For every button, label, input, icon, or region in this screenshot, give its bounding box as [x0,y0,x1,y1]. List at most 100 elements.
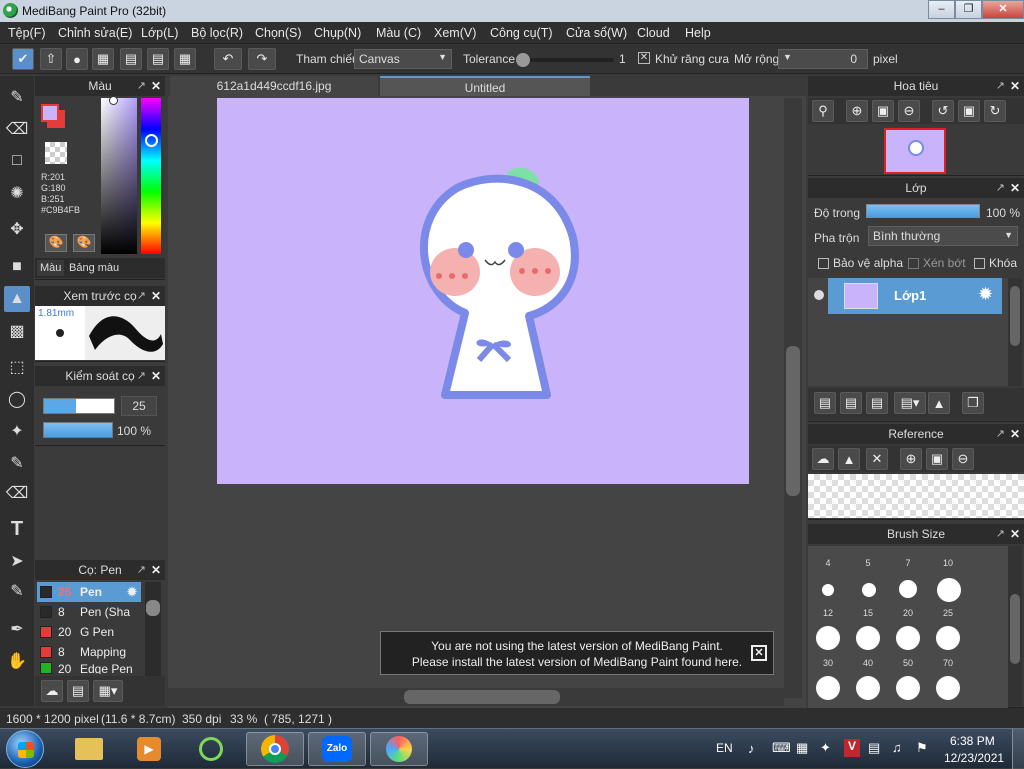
keyboard-icon[interactable]: ⌨ [772,740,791,756]
menu-view[interactable]: Xem(V) [434,26,476,40]
tab-color[interactable]: Màu [37,260,65,276]
expand-input[interactable]: ▼ 0 [778,49,868,69]
close-icon[interactable]: ✕ [1010,524,1020,544]
eraser-tool-icon[interactable]: ⌫ [4,116,30,142]
canvas-vertical-scrollbar[interactable] [784,98,802,698]
brush-size-label[interactable]: 30 [808,658,848,668]
brush-size-label[interactable]: 7 [888,558,928,568]
headset-icon[interactable]: ♪ [748,741,755,756]
fill-rect-tool-icon[interactable]: ■ [4,254,30,280]
tab-palette[interactable]: Bảng màu [69,262,119,274]
close-icon[interactable]: ✕ [1010,178,1020,198]
new-halftone-layer-icon[interactable]: ▤ [840,392,862,414]
menu-layer[interactable]: Lớp(L) [141,26,178,40]
document-icon[interactable]: ▤ [120,48,142,70]
scrollbar-thumb[interactable] [146,600,160,616]
duplicate-layer-icon[interactable]: ❐ [962,392,984,414]
menu-cloud[interactable]: Cloud [637,26,670,40]
maximize-button[interactable]: ❐ [955,0,982,19]
lock-option[interactable]: Khóa [974,256,1017,270]
magic-wand-tool-icon[interactable]: ✦ [4,418,30,444]
lock-checkbox[interactable] [974,258,985,270]
zoom-out-icon[interactable]: ⊖ [952,448,974,470]
tab-jpg-document[interactable]: 612a1d449ccdf16.jpg [170,76,378,96]
volume-icon[interactable]: ♫ [892,740,902,755]
folder-icon[interactable]: ▲ [928,392,950,414]
new-brush-icon[interactable]: ▤ [67,680,89,702]
blend-mode-select[interactable]: Bình thường ▼ [868,226,1018,246]
brush-size-label[interactable]: 12 [808,608,848,618]
tolerance-slider-handle[interactable] [516,53,530,67]
brush-size-dot[interactable] [822,584,834,596]
cloud-download-icon[interactable]: ☁ [41,680,63,702]
layer-list-scrollbar[interactable] [1008,278,1022,386]
gradient-tool-icon[interactable]: ▩ [4,318,30,344]
close-icon[interactable]: ✕ [1010,76,1020,96]
fit-icon[interactable]: ▣ [872,100,894,122]
layer-row[interactable]: Lớp1 ✹ [828,278,1002,314]
zoom-icon[interactable]: ⚲ [812,100,834,122]
eyedropper-tool-icon[interactable]: ✒ [4,616,30,642]
check-icon[interactable]: ✔ [12,48,34,70]
export-icon[interactable]: ⇧ [40,48,62,70]
zalo-taskbar-icon[interactable]: Zalo [308,732,366,766]
menu-snap[interactable]: Chụp(N) [314,26,361,40]
clipping-option[interactable]: Xén bớt [908,256,966,270]
brush-size-input[interactable]: 25 [121,396,157,416]
brush-size-scrollbar[interactable] [1008,546,1022,706]
tab-untitled-document[interactable]: Untitled [380,76,590,96]
popout-icon[interactable]: ↗ [137,560,146,580]
antivirus-icon[interactable]: V [844,739,860,757]
palette-settings-icon[interactable]: 🎨 [73,234,95,252]
divide-tool-icon[interactable]: ✎ [4,578,30,604]
update-notice[interactable]: You are not using the latest version of … [380,631,774,675]
select-rect-tool-icon[interactable]: ⬚ [4,354,30,380]
redo-icon[interactable]: ↷ [248,48,276,70]
close-icon[interactable]: ✕ [151,366,161,386]
dot-brush-tool-icon[interactable]: ✺ [4,180,30,206]
hand-tool-icon[interactable]: ✋ [4,648,30,674]
protect-alpha-checkbox[interactable] [818,258,829,270]
close-icon[interactable]: ✕ [1010,424,1020,444]
gear-icon[interactable]: ✹ [127,585,137,599]
text-tool-icon[interactable]: T [4,516,30,542]
brush-size-dot[interactable] [816,626,840,650]
chrome-taskbar-icon[interactable] [246,732,304,766]
clipping-checkbox[interactable] [908,258,919,270]
brush-opacity-slider[interactable] [43,422,113,438]
explorer-taskbar-icon[interactable] [60,732,118,766]
open-folder-icon[interactable]: ▲ [838,448,860,470]
transparent-color-swatch[interactable] [45,142,67,164]
fit-icon[interactable]: ▣ [926,448,948,470]
language-indicator[interactable]: EN [716,741,733,755]
close-icon[interactable]: ✕ [151,560,161,580]
close-icon[interactable]: ✕ [866,448,888,470]
popout-icon[interactable]: ↗ [996,178,1005,198]
select-eraser-tool-icon[interactable]: ⌫ [4,480,30,506]
brush-size-label[interactable]: 50 [888,658,928,668]
display-icon[interactable]: ▤ [868,740,880,756]
network-icon[interactable]: ✦ [820,740,831,756]
close-icon[interactable]: ✕ [751,645,767,661]
saturation-value-picker[interactable] [101,98,137,254]
gear-icon[interactable]: ✹ [978,284,993,305]
brush-size-dot[interactable] [937,578,961,602]
rotate-left-icon[interactable]: ↺ [932,100,954,122]
select-pen-tool-icon[interactable]: ✎ [4,450,30,476]
operation-tool-icon[interactable]: ➤ [4,548,30,574]
brush-size-label[interactable]: 70 [928,658,968,668]
menu-file[interactable]: Tệp(F) [8,26,46,40]
visibility-icon[interactable] [814,290,824,300]
fullscreen-icon[interactable]: ▣ [958,100,980,122]
list-item[interactable]: 20 Edge Pen [37,662,141,674]
new-layer-icon[interactable]: ▤ [814,392,836,414]
brush-list-scrollbar[interactable] [145,582,161,676]
list-item[interactable]: 25 Pen ✹ [37,582,141,602]
show-desktop-button[interactable] [1012,729,1024,769]
brush-size-label[interactable]: 5 [848,558,888,568]
media-player-taskbar-icon[interactable]: ▶ [120,732,178,766]
undo-icon[interactable]: ↶ [214,48,242,70]
menu-filter[interactable]: Bộ lọc(R) [191,26,243,40]
brush-size-dot[interactable] [856,626,880,650]
tolerance-slider[interactable] [518,58,614,62]
